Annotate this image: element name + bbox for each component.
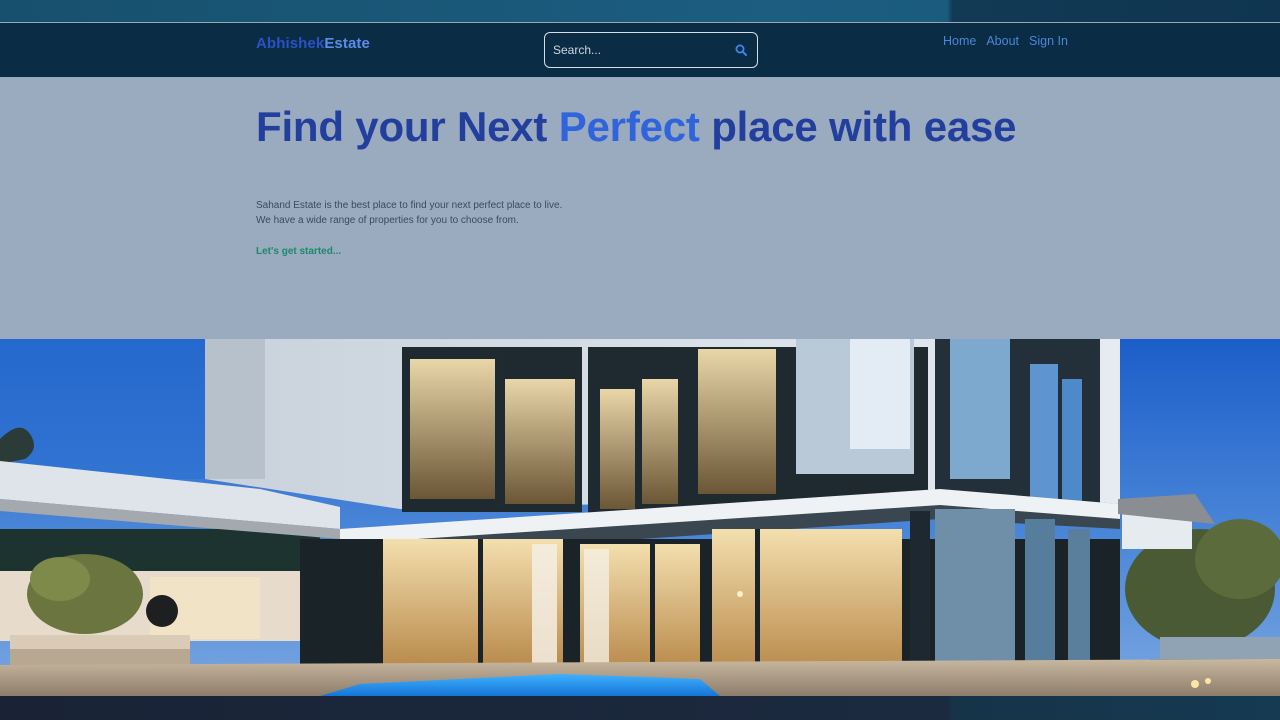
hero-title-start: Find your Next	[256, 103, 559, 150]
hero-description-line-1: Sahand Estate is the best place to find …	[256, 200, 563, 211]
search-input[interactable]	[553, 43, 733, 57]
get-started-link[interactable]: Let's get started...	[256, 246, 341, 257]
house-photo	[0, 339, 1280, 696]
hero-description: Sahand Estate is the best place to find …	[256, 199, 562, 228]
logo-part-2: Estate	[324, 35, 370, 52]
hero-title-end: place with ease	[699, 103, 1017, 150]
hero-description-line-2: We have a wide range of properties for y…	[256, 214, 519, 226]
site-header: AbhishekEstate Home About Sign In	[0, 24, 1280, 77]
logo-part-1: Abhishek	[256, 35, 325, 52]
nav-sign-in-link[interactable]: Sign In	[1029, 34, 1068, 48]
top-strip	[0, 0, 1280, 23]
search-form	[544, 32, 758, 68]
main-nav: Home About Sign In	[943, 34, 1068, 48]
hero-section: Find your Next Perfect place with ease S…	[0, 77, 1280, 339]
bottom-strip	[0, 696, 1280, 720]
nav-about-link[interactable]: About	[986, 34, 1019, 48]
hero-title-highlight: Perfect	[558, 103, 700, 150]
search-icon[interactable]	[733, 42, 749, 58]
nav-home-link[interactable]: Home	[943, 34, 976, 48]
logo[interactable]: AbhishekEstate	[256, 35, 370, 52]
hero-title: Find your Next Perfect place with ease	[256, 103, 1017, 151]
